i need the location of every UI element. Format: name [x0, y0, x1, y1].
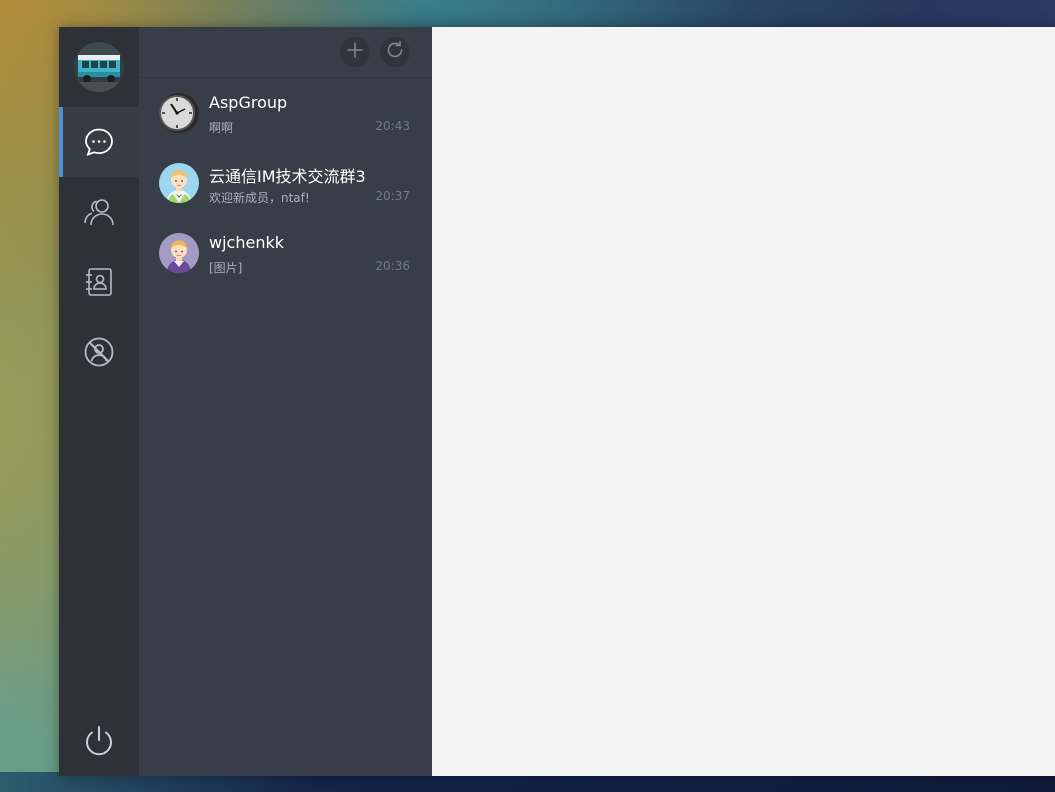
girl-avatar: [159, 233, 199, 273]
session-last-message: 欢迎新成员，ntaf!: [209, 191, 310, 205]
sidebar: [59, 27, 139, 776]
add-session-button[interactable]: [340, 37, 370, 67]
chat-bubble-icon: [83, 126, 115, 158]
nav-contacts[interactable]: [59, 177, 139, 247]
session-name: wjchenkk: [209, 233, 284, 252]
address-book-icon: [83, 266, 115, 298]
session-last-message: [图片]: [209, 261, 243, 275]
contacts-icon: [83, 196, 115, 228]
session-item[interactable]: AspGroup 啊啊 20:43: [139, 78, 432, 148]
session-toolbar: [139, 27, 432, 78]
profile-area: [59, 27, 139, 107]
plus-icon: [346, 41, 364, 63]
session-panel: AspGroup 啊啊 20:43 云通信IM技术交流群3 欢迎新成员，ntaf…: [139, 27, 432, 776]
user-avatar[interactable]: [74, 42, 124, 92]
session-time: 20:37: [375, 189, 410, 203]
boy-avatar: [159, 163, 199, 203]
nav-blacklist[interactable]: [59, 317, 139, 387]
refresh-icon: [385, 40, 405, 64]
blocked-user-icon: [83, 336, 115, 368]
logout-button[interactable]: [59, 706, 139, 776]
session-list: AspGroup 啊啊 20:43 云通信IM技术交流群3 欢迎新成员，ntaf…: [139, 78, 432, 288]
session-item[interactable]: wjchenkk [图片] 20:36: [139, 218, 432, 288]
nav-address-book[interactable]: [59, 247, 139, 317]
chat-content-area: [432, 27, 1055, 776]
session-time: 20:36: [375, 259, 410, 273]
session-name: AspGroup: [209, 93, 288, 112]
session-name: 云通信IM技术交流群3: [209, 167, 366, 186]
nav-chat[interactable]: [59, 107, 139, 177]
chat-app-window: AspGroup 啊啊 20:43 云通信IM技术交流群3 欢迎新成员，ntaf…: [59, 27, 1055, 776]
session-item[interactable]: 云通信IM技术交流群3 欢迎新成员，ntaf! 20:37: [139, 148, 432, 218]
session-last-message: 啊啊: [209, 121, 234, 135]
power-icon: [82, 724, 116, 758]
refresh-button[interactable]: [380, 37, 410, 67]
clock-avatar: [159, 93, 199, 133]
session-time: 20:43: [375, 119, 410, 133]
